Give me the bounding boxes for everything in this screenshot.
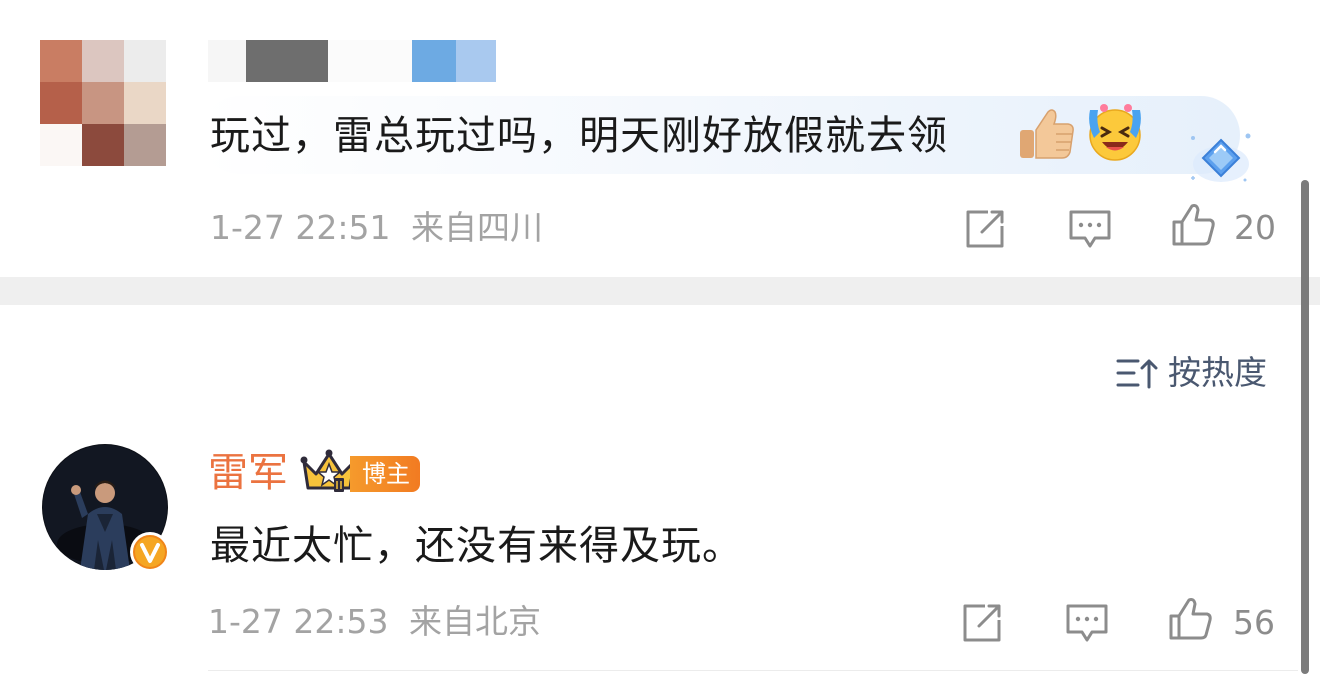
like-icon[interactable] [1167,596,1213,642]
avatar-pixelated[interactable] [40,40,166,166]
comment-icon[interactable] [1064,600,1110,646]
laughing-crying-emoji-icon [1089,104,1141,161]
comment-text: 玩过，雷总玩过吗，明天刚好放假就去领 [210,113,948,159]
sort-label: 按热度 [1168,353,1267,392]
comment-text: 最近太忙，还没有来得及玩。 [210,523,743,569]
comment-location: 来自北京 [409,602,541,641]
diamond-badge-icon [1191,133,1251,182]
sort-icon [1116,359,1158,389]
share-icon[interactable] [962,206,1008,252]
like-icon[interactable] [1170,202,1216,248]
like-count: 20 [1234,208,1276,247]
comment-time: 1-27 22:51 [210,208,391,247]
comment-feed: 玩过，雷总玩过吗，明天刚好放假就去领 1-27 22:51 来自四川 20 按热… [0,0,1320,675]
blogger-badge: 博主 [350,456,420,492]
comment-location: 来自四川 [411,208,543,247]
comment-icon[interactable] [1067,206,1113,252]
like-count: 56 [1233,603,1275,642]
section-separator [0,277,1320,305]
divider [208,670,1298,671]
comment-time: 1-27 22:53 [208,602,389,641]
comment-meta: 1-27 22:53 来自北京 [208,602,541,642]
author-name[interactable]: 雷军 [208,448,288,498]
share-icon[interactable] [959,600,1005,646]
thumbs-up-emoji-icon [1020,109,1074,159]
sort-by-hot-button[interactable]: 按热度 [1116,350,1267,396]
username-pixelated[interactable] [208,40,508,82]
scrollbar[interactable] [1301,180,1309,674]
comment-meta: 1-27 22:51 来自四川 [210,208,543,248]
verified-badge-icon [130,532,170,572]
